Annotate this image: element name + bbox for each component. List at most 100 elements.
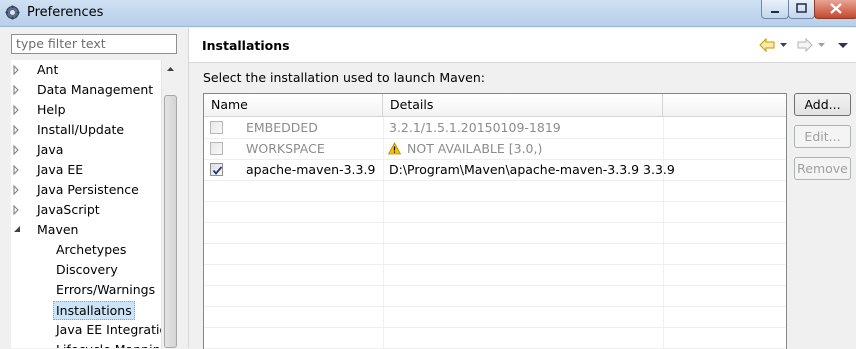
collapse-arrow-icon[interactable] (11, 220, 23, 240)
back-arrow-icon[interactable] (759, 36, 775, 54)
tree-item-label: Data Management (37, 82, 154, 97)
empty-row (204, 180, 786, 202)
filler-cell (663, 138, 786, 159)
tree-item-errors-warnings[interactable]: Errors/Warnings (11, 280, 161, 300)
row-checkbox[interactable] (210, 121, 223, 134)
name-cell: WORKSPACE (204, 138, 384, 159)
expand-arrow-icon[interactable] (11, 200, 23, 220)
row-checkbox[interactable] (210, 163, 223, 176)
forward-dropdown-icon[interactable] (817, 36, 827, 54)
tree-item-label: Ant (37, 62, 59, 77)
add-button[interactable]: Add... (794, 93, 851, 116)
tree-scrollbar[interactable] (161, 60, 179, 348)
view-menu-icon[interactable] (837, 36, 849, 54)
page-description: Select the installation used to launch M… (203, 70, 485, 85)
name-cell: apache-maven-3.3.9 (204, 159, 384, 180)
tree-item-label: Java EE (37, 162, 84, 177)
tree-item-java-ee[interactable]: Java EE (11, 160, 161, 180)
expand-arrow-icon[interactable] (11, 80, 23, 100)
close-icon (830, 3, 842, 14)
column-header-name[interactable]: Name (204, 94, 383, 116)
tree-item-java-ee-integration[interactable]: Java EE Integration (11, 320, 161, 340)
tree-item-data-management[interactable]: Data Management (11, 80, 161, 100)
installation-details: 3.2.1/1.5.1.20150109-1819 (389, 120, 561, 135)
page-title: Installations (202, 38, 290, 53)
title-bar: Preferences (0, 0, 856, 27)
expand-arrow-icon[interactable] (11, 140, 23, 160)
tree-item-javascript[interactable]: JavaScript (11, 200, 161, 220)
minimize-button[interactable] (761, 0, 789, 19)
installation-name: EMBEDDED (246, 120, 318, 135)
filler-cell (663, 159, 786, 180)
row-checkbox[interactable] (210, 142, 223, 155)
expand-arrow-icon[interactable] (11, 60, 23, 80)
tree-item-java-persistence[interactable]: Java Persistence (11, 180, 161, 200)
page-header: Installations (189, 28, 856, 63)
tree-item-label: Help (37, 102, 66, 117)
minimize-icon (771, 11, 779, 13)
tree-item-label: Maven (37, 222, 79, 237)
empty-row (204, 264, 786, 286)
empty-row (204, 222, 786, 244)
tree-item-label: JavaScript (37, 202, 100, 217)
table-row[interactable]: WORKSPACE NOT AVAILABLE [3.0,) (204, 138, 786, 160)
preferences-app-icon (5, 5, 20, 20)
maximize-button[interactable] (788, 0, 815, 19)
expand-arrow-icon[interactable] (11, 160, 23, 180)
back-dropdown-icon[interactable] (779, 36, 789, 54)
table-row[interactable]: apache-maven-3.3.9 D:\Program\Maven\apac… (204, 159, 786, 181)
installation-name: apache-maven-3.3.9 (246, 162, 376, 177)
column-header-details[interactable]: Details (383, 94, 663, 116)
tree-item-installations[interactable]: Installations (11, 300, 161, 320)
tree-item-label: Lifecycle Mappings (56, 340, 161, 348)
tree-item-discovery[interactable]: Discovery (11, 260, 161, 280)
empty-row (204, 243, 786, 265)
tree-item-java[interactable]: Java (11, 140, 161, 160)
tree-item-label: Install/Update (37, 122, 125, 137)
tree-item-label: Java EE Integration (56, 322, 161, 337)
tree-item-lifecycle-mappings[interactable]: Lifecycle Mappings (11, 340, 161, 348)
close-button[interactable] (814, 0, 856, 19)
checkmark-icon (212, 166, 223, 175)
empty-row (204, 285, 786, 307)
window-title: Preferences (27, 5, 104, 20)
installation-details: D:\Program\Maven\apache-maven-3.3.9 3.3.… (389, 162, 675, 177)
scroll-up-arrow-icon[interactable] (162, 60, 179, 77)
tree-item-archetypes[interactable]: Archetypes (11, 240, 161, 260)
tree-item-label: Errors/Warnings (56, 282, 156, 297)
tree-item-ant[interactable]: Ant (11, 60, 161, 80)
tree-item-label: Installations (53, 301, 135, 320)
expand-arrow-icon[interactable] (11, 180, 23, 200)
tree-item-label: Java Persistence (37, 182, 139, 197)
remove-button[interactable]: Remove (794, 157, 851, 180)
column-header-filler (663, 94, 786, 116)
table-row[interactable]: EMBEDDED 3.2.1/1.5.1.20150109-1819 (204, 117, 786, 139)
details-cell: NOT AVAILABLE [3.0,) (383, 138, 664, 159)
edit-button[interactable]: Edit... (794, 125, 851, 148)
details-cell: D:\Program\Maven\apache-maven-3.3.9 3.3.… (383, 159, 675, 180)
tree-item-help[interactable]: Help (11, 100, 161, 120)
details-cell: 3.2.1/1.5.1.20150109-1819 (383, 117, 664, 138)
tree-item-label: Discovery (56, 262, 118, 277)
installation-details: NOT AVAILABLE [3.0,) (407, 141, 543, 156)
name-cell: EMBEDDED (204, 117, 384, 138)
maximize-icon (796, 3, 807, 13)
tree-item-label: Java (37, 142, 64, 157)
expand-arrow-icon[interactable] (11, 100, 23, 120)
tree-item-maven[interactable]: Maven (11, 220, 161, 240)
pane-divider[interactable] (188, 28, 189, 348)
scrollbar-thumb[interactable] (164, 95, 177, 348)
table-header: Name Details (204, 94, 786, 117)
forward-arrow-icon[interactable] (797, 36, 813, 54)
filler-cell (663, 117, 786, 138)
expand-arrow-icon[interactable] (11, 120, 23, 140)
preference-tree: Ant Data Management Help Install/Update … (11, 60, 161, 348)
tree-item-label: Archetypes (56, 242, 127, 257)
tree-item-install-update[interactable]: Install/Update (11, 120, 161, 140)
filter-input[interactable]: type filter text (11, 34, 177, 54)
empty-row (204, 306, 786, 328)
empty-row (204, 201, 786, 223)
installation-name: WORKSPACE (246, 141, 325, 156)
installations-table: Name Details EMBEDDED 3.2.1/1.5.1.201501… (203, 93, 787, 349)
empty-row (204, 327, 786, 349)
